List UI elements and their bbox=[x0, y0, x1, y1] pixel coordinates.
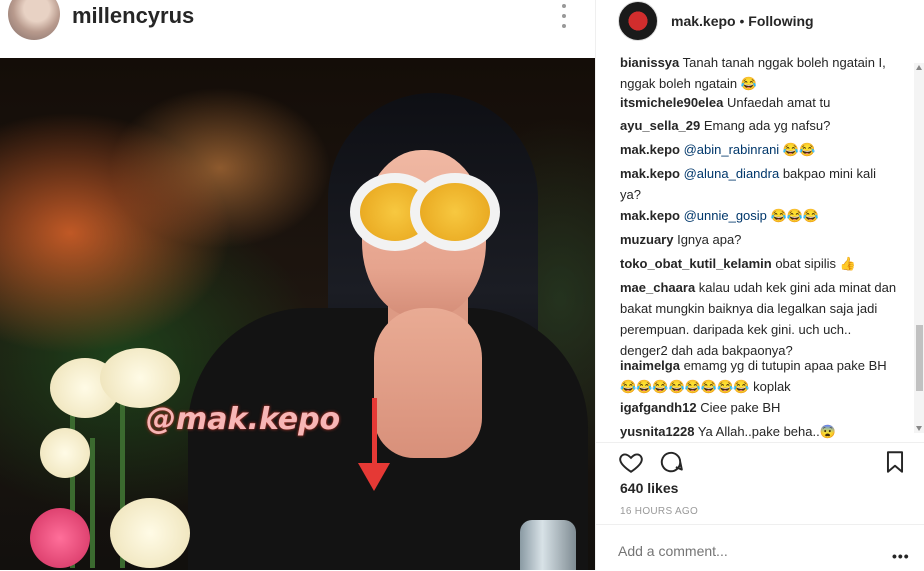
comment-username[interactable]: igafgandh12 bbox=[620, 400, 697, 415]
comment-item: mae_chaara kalau udah kek gini ada minat… bbox=[620, 277, 900, 361]
comment-text: Unfaedah amat tu bbox=[723, 95, 831, 110]
comment-text: Ya Allah..pake beha..😨 bbox=[694, 424, 836, 439]
post-media-panel: millencyrus @mak.kepo bbox=[0, 0, 595, 570]
comment-icon[interactable] bbox=[658, 449, 684, 475]
watermark-text: @mak.kepo bbox=[146, 402, 341, 437]
photo-hand bbox=[374, 308, 482, 458]
poster-header: mak.kepo • Following bbox=[596, 0, 924, 46]
comment-text: 😂😂😂 bbox=[766, 208, 820, 223]
photo-bottle bbox=[520, 520, 576, 570]
comments-panel: mak.kepo • Following bianissya Tanah tan… bbox=[595, 0, 924, 570]
comment-item: mak.kepo @aluna_diandra bakpao mini kali… bbox=[620, 163, 900, 205]
post-timestamp[interactable]: 16 HOURS AGO bbox=[620, 506, 698, 517]
comment-username[interactable]: mak.kepo bbox=[620, 142, 680, 157]
poster-avatar[interactable] bbox=[618, 1, 658, 41]
post-author-header: millencyrus bbox=[0, 0, 595, 58]
comment-item: ayu_sella_29 Emang ada yg nafsu? bbox=[620, 115, 900, 136]
comment-item: mak.kepo @abin_rabinrani 😂😂 bbox=[620, 139, 900, 160]
comment-mention[interactable]: @abin_rabinrani bbox=[680, 142, 780, 157]
photo-flowers bbox=[30, 348, 200, 570]
heart-icon[interactable] bbox=[618, 449, 644, 475]
add-comment-bar: ••• bbox=[596, 524, 924, 571]
poster-username[interactable]: mak.kepo bbox=[671, 13, 736, 29]
comment-username[interactable]: itsmichele90elea bbox=[620, 95, 723, 110]
comment-username[interactable]: yusnita1228 bbox=[620, 424, 694, 439]
scroll-down-arrow-icon[interactable] bbox=[916, 426, 922, 431]
bookmark-icon[interactable] bbox=[882, 449, 908, 475]
add-comment-input[interactable] bbox=[618, 543, 858, 559]
comment-item: inaimelga emamg yg di tutupin apaa pake … bbox=[620, 355, 900, 397]
comments-scrollbar[interactable] bbox=[914, 63, 924, 433]
post-actions-bar bbox=[596, 442, 924, 479]
comment-username[interactable]: muzuary bbox=[620, 232, 673, 247]
likes-count[interactable]: 640 likes bbox=[620, 480, 678, 496]
comment-item: bianissya Tanah tanah nggak boleh ngatai… bbox=[620, 52, 900, 94]
separator-dot: • bbox=[739, 13, 745, 29]
comment-text: Emang ada yg nafsu? bbox=[700, 118, 831, 133]
poster-header-text: mak.kepo • Following bbox=[671, 13, 814, 29]
comment-item: itsmichele90elea Unfaedah amat tu bbox=[620, 92, 900, 113]
red-arrow-shaft bbox=[372, 398, 377, 468]
comment-username[interactable]: ayu_sella_29 bbox=[620, 118, 700, 133]
comment-mention[interactable]: @aluna_diandra bbox=[680, 166, 780, 181]
comment-list: bianissya Tanah tanah nggak boleh ngatai… bbox=[596, 48, 914, 440]
comment-item: muzuary Ignya apa? bbox=[620, 229, 900, 250]
sunglasses-right-lens bbox=[410, 173, 500, 251]
comment-item: toko_obat_kutil_kelamin obat sipilis 👍 bbox=[620, 253, 900, 274]
comment-username[interactable]: bianissya bbox=[620, 55, 679, 70]
comment-username[interactable]: toko_obat_kutil_kelamin bbox=[620, 256, 772, 271]
following-button[interactable]: Following bbox=[748, 13, 813, 29]
scroll-up-arrow-icon[interactable] bbox=[916, 65, 922, 70]
author-avatar[interactable] bbox=[8, 0, 60, 40]
more-options-button[interactable]: ••• bbox=[892, 548, 910, 564]
more-options-icon[interactable] bbox=[558, 4, 570, 32]
comment-username[interactable]: mak.kepo bbox=[620, 166, 680, 181]
post-photo: @mak.kepo bbox=[0, 58, 595, 570]
comment-text: Ciee pake BH bbox=[696, 400, 781, 415]
red-arrow-icon bbox=[358, 463, 390, 491]
comment-item: igafgandh12 Ciee pake BH bbox=[620, 397, 900, 418]
comment-text: obat sipilis 👍 bbox=[771, 256, 856, 271]
comment-username[interactable]: inaimelga bbox=[620, 358, 680, 373]
comment-text: Ignya apa? bbox=[673, 232, 742, 247]
comment-item: yusnita1228 Ya Allah..pake beha..😨 bbox=[620, 421, 900, 440]
comment-item: mak.kepo @unnie_gosip 😂😂😂 bbox=[620, 205, 900, 226]
comment-mention[interactable]: @unnie_gosip bbox=[680, 208, 767, 223]
scroll-thumb[interactable] bbox=[916, 325, 923, 391]
comment-username[interactable]: mak.kepo bbox=[620, 208, 680, 223]
comment-text: 😂😂 bbox=[779, 142, 816, 157]
author-username[interactable]: millencyrus bbox=[72, 3, 194, 29]
comment-username[interactable]: mae_chaara bbox=[620, 280, 695, 295]
